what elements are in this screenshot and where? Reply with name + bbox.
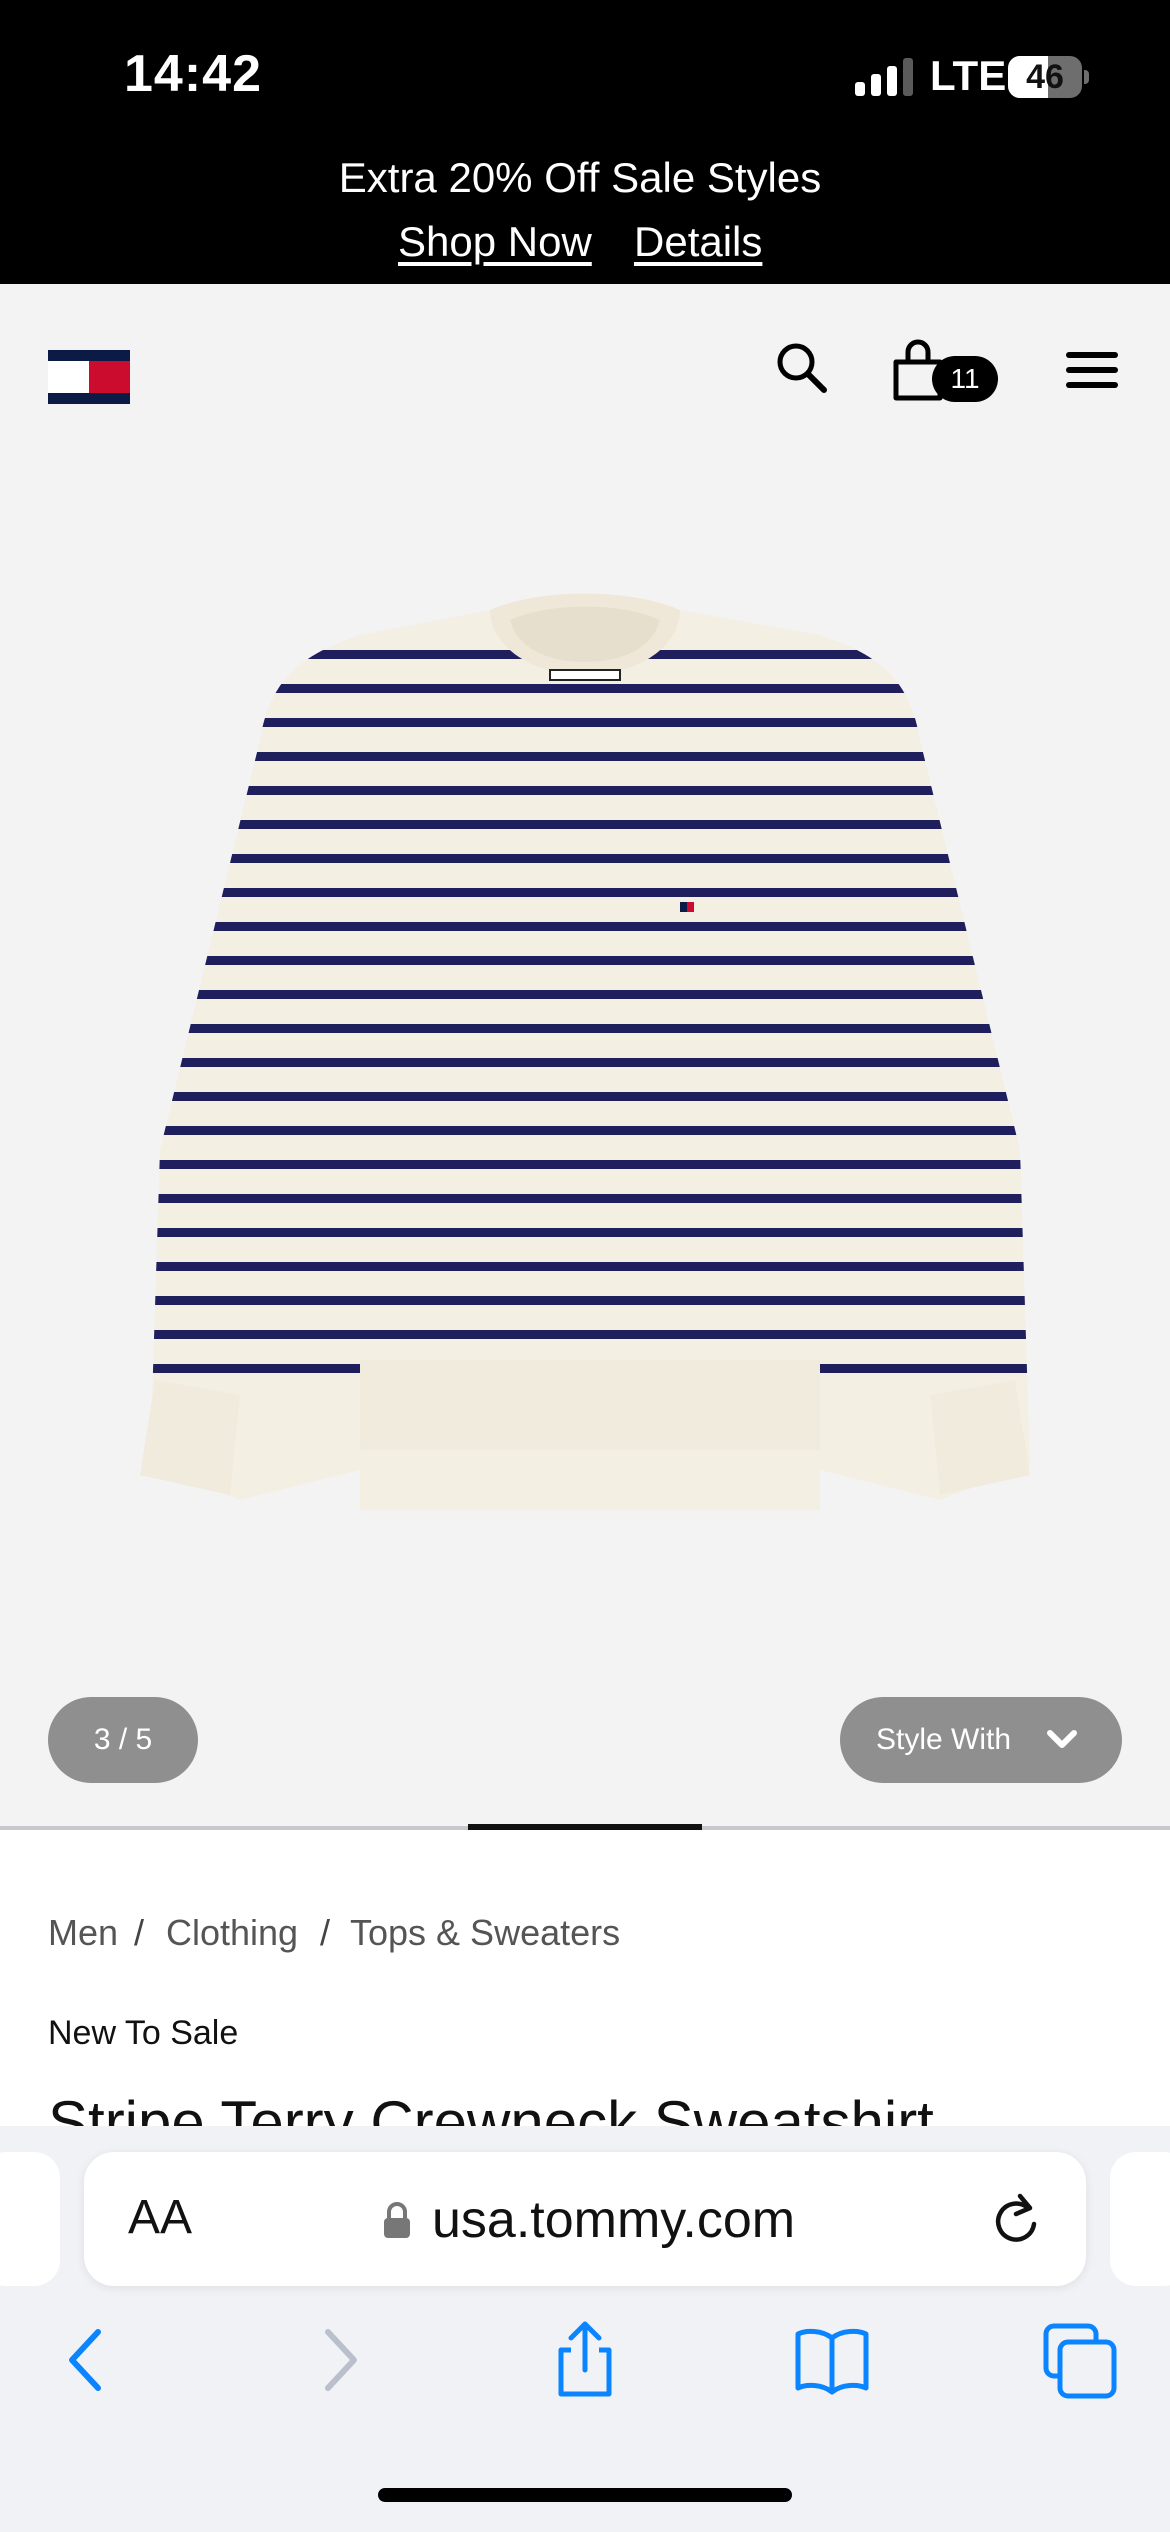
stripe [150,1126,1030,1135]
stripe [150,786,1030,795]
breadcrumb-men[interactable]: Men [48,1912,118,1954]
product-badge: New To Sale [48,2014,239,2052]
bag-count-badge: 11 [932,356,998,402]
product-image[interactable] [120,590,1050,1510]
forward-icon[interactable] [300,2320,380,2400]
stripe [150,1228,1030,1237]
status-time: 14:42 [124,45,262,103]
stripe [150,1058,1030,1067]
back-icon[interactable] [46,2320,126,2400]
details-link[interactable]: Details [634,218,762,266]
hamburger-menu-icon[interactable] [1066,350,1118,390]
style-with-label: Style With [876,1723,1012,1756]
stripe [150,922,1030,931]
chevron-down-icon [1047,1730,1077,1748]
battery-level: 46 [1026,58,1064,96]
stripe [150,718,1030,727]
shop-now-link[interactable]: Shop Now [398,218,592,266]
stripe [150,888,1030,897]
signal-strength-icon [855,58,913,96]
stripe [150,1262,1030,1271]
stripe [150,1024,1030,1033]
gallery-counter: 3 / 5 [48,1697,198,1783]
breadcrumb-clothing[interactable]: Clothing [166,1912,298,1954]
search-icon[interactable] [774,340,830,396]
home-indicator [378,2488,792,2502]
previous-tab-peek[interactable] [0,2152,60,2286]
battery-icon: 46 [1008,56,1089,98]
style-with-button[interactable]: Style With [840,1697,1122,1783]
reload-icon[interactable] [992,2190,1042,2248]
tabs-icon[interactable] [1040,2320,1120,2400]
reader-settings-button[interactable]: AA [128,2190,192,2245]
stripe [150,1194,1030,1203]
stripe [150,752,1030,761]
stripe [150,990,1030,999]
url-text[interactable]: usa.tommy.com [432,2190,795,2250]
stripe [150,854,1030,863]
next-tab-peek[interactable] [1110,2152,1170,2286]
share-icon[interactable] [545,2320,625,2400]
stripe [150,684,1030,693]
stripe [150,820,1030,829]
bookmarks-icon[interactable] [792,2320,872,2400]
promo-headline: Extra 20% Off Sale Styles [338,154,822,201]
stripe [150,956,1030,965]
shopping-bag-button[interactable]: 11 [890,338,1006,402]
breadcrumb-tops-sweaters[interactable]: Tops & Sweaters [350,1912,620,1954]
stripe [150,1160,1030,1169]
stripe [150,1330,1030,1339]
stripe [150,1092,1030,1101]
network-label: LTE [930,52,1007,99]
tommy-flag-logo[interactable] [48,350,130,404]
product-details [0,1830,1170,2130]
stripe [150,1296,1030,1305]
lock-icon [384,2202,410,2238]
breadcrumb-separator: / [320,1912,331,1953]
reader-settings-label: AA [128,2191,193,2244]
breadcrumb-separator: / [134,1912,145,1953]
